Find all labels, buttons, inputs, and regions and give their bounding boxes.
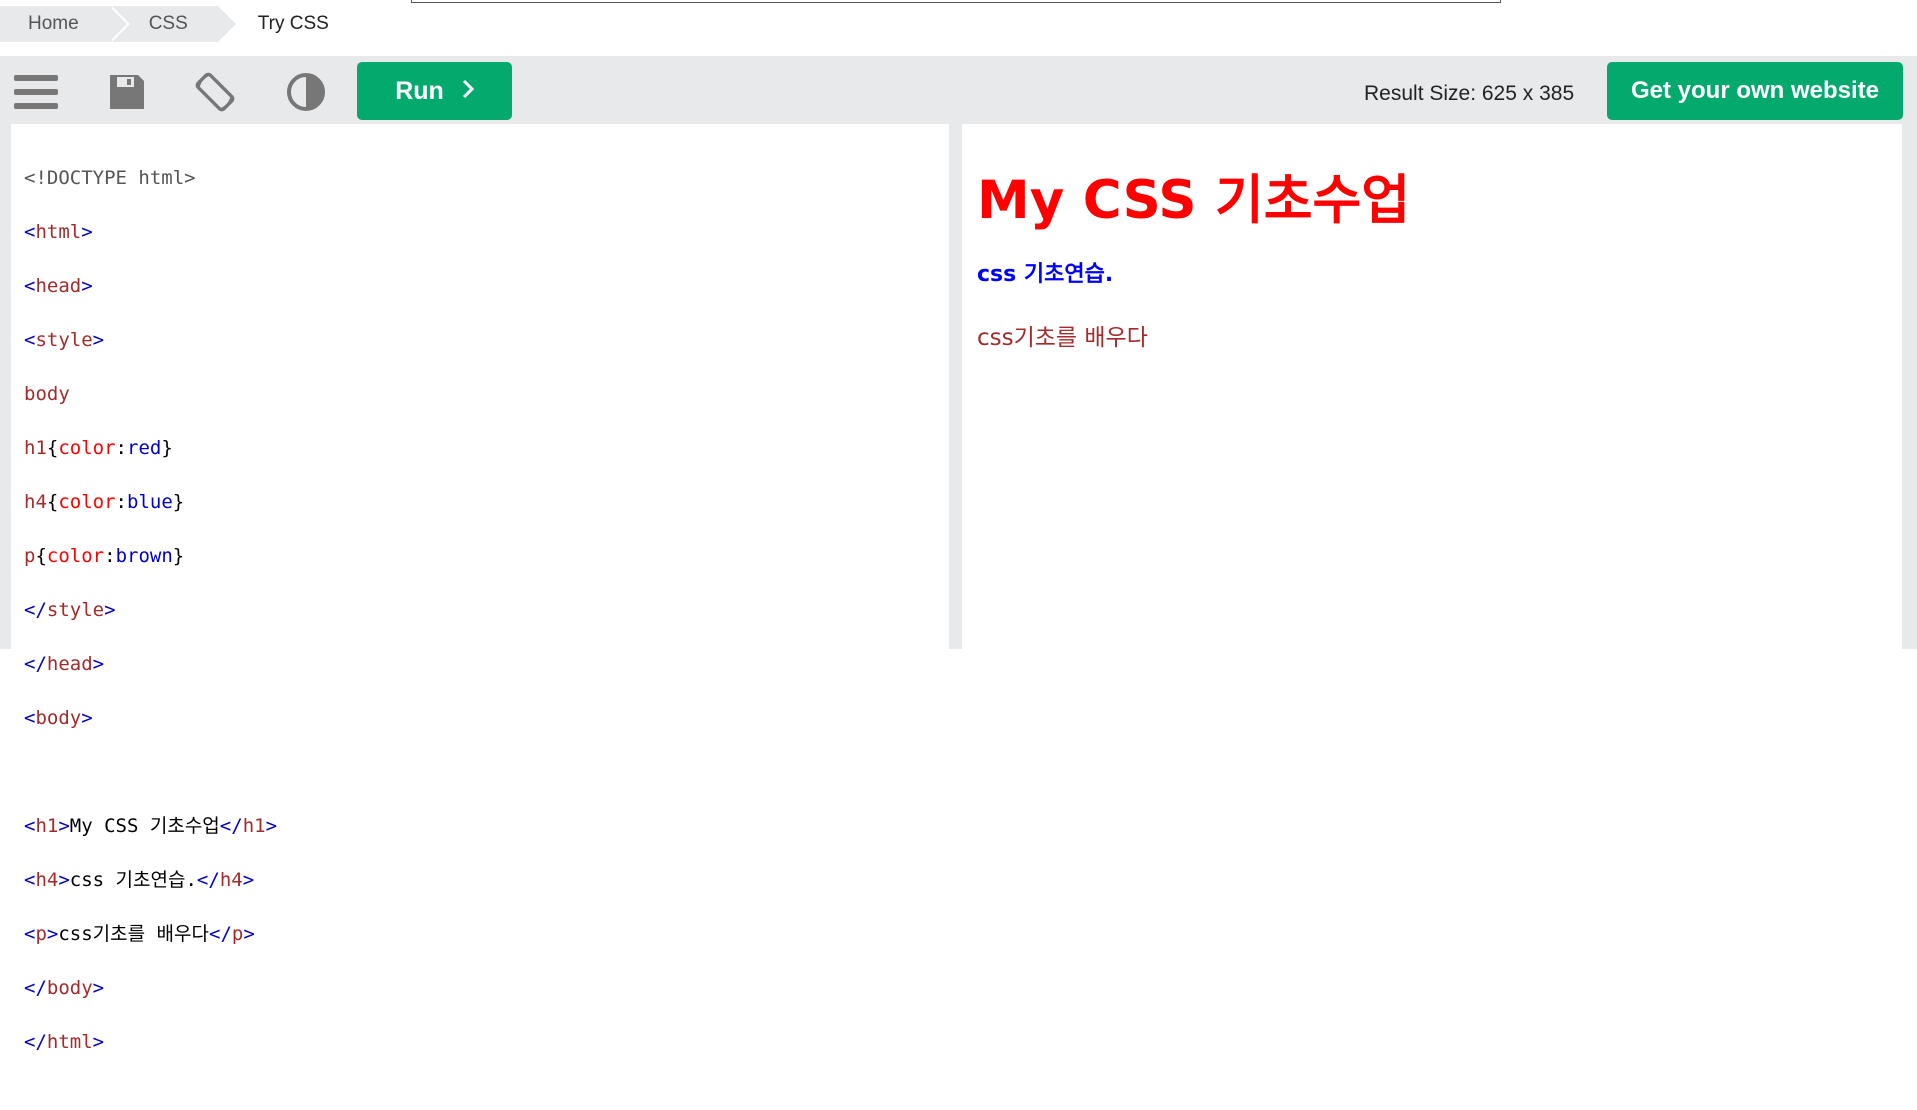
breadcrumb-current-label: Try CSS <box>257 13 329 34</box>
editor-gutter <box>0 124 11 649</box>
code-line: </body> <box>24 975 277 1002</box>
chevron-right-icon <box>462 77 474 106</box>
code-line: <head> <box>24 273 277 300</box>
code-blank <box>24 761 35 783</box>
breadcrumb-current: Try CSS <box>218 6 359 42</box>
code-doctype: <!DOCTYPE html> <box>24 167 196 189</box>
code-content[interactable]: <!DOCTYPE html> <html> <head> <style> bo… <box>24 138 277 1110</box>
run-button-label[interactable]: Run <box>395 77 444 106</box>
code-head-close: </head> <box>24 653 105 675</box>
code-head-open: <head> <box>24 275 93 297</box>
code-html-open: <html> <box>24 221 93 243</box>
code-line: body <box>24 381 277 408</box>
code-line: <body> <box>24 705 277 732</box>
menu-icon[interactable] <box>14 70 58 114</box>
breadcrumb-home-label[interactable]: Home <box>28 13 79 34</box>
get-own-website-label[interactable]: Get your own website <box>1631 77 1879 105</box>
code-p-line: <p>css기초를 배우다</p> <box>24 923 255 945</box>
result-heading-h1: My CSS 기초수업 <box>977 170 1411 231</box>
code-line: h4{color:blue} <box>24 489 277 516</box>
save-icon[interactable] <box>105 70 149 114</box>
code-line: </html> <box>24 1029 277 1056</box>
code-h4-line: <h4>css 기초연습.</h4> <box>24 869 255 891</box>
result-heading-h4: css 기초연습. <box>977 262 1114 287</box>
code-css-h1: h1{color:red} <box>24 437 173 459</box>
breadcrumb: Home CSS Try CSS <box>0 6 359 42</box>
code-line: <style> <box>24 327 277 354</box>
code-line: </head> <box>24 651 277 678</box>
code-line: <!DOCTYPE html> <box>24 165 277 192</box>
code-line: </style> <box>24 597 277 624</box>
breadcrumb-home[interactable]: Home <box>0 6 130 42</box>
code-h1-line: <h1>My CSS 기초수업</h1> <box>24 815 278 837</box>
toolbar: Run Result Size: 625 x 385 Get your own … <box>0 56 1917 124</box>
code-line: <html> <box>24 219 277 246</box>
code-body-close: </body> <box>24 977 105 999</box>
result-size-label: Result Size: 625 x 385 <box>1364 82 1575 105</box>
code-line: <h4>css 기초연습.</h4> <box>24 867 277 894</box>
rotate-icon[interactable] <box>193 70 237 114</box>
code-html-close: </html> <box>24 1031 105 1053</box>
code-css-p: p{color:brown} <box>24 545 185 567</box>
ad-frame <box>411 0 1501 3</box>
code-css-body: body <box>24 383 70 405</box>
result-panel: My CSS 기초수업 css 기초연습. css기초를 배우다 <box>965 124 1902 649</box>
get-own-website-button[interactable]: Get your own website <box>1607 62 1903 120</box>
code-line <box>24 759 277 786</box>
code-css-h4: h4{color:blue} <box>24 491 185 513</box>
code-style-open: <style> <box>24 329 105 351</box>
contrast-icon[interactable] <box>284 70 328 114</box>
code-editor[interactable]: <!DOCTYPE html> <html> <head> <style> bo… <box>11 124 962 1053</box>
top-strip: Home CSS Try CSS <box>0 0 1917 56</box>
code-body-open: <body> <box>24 707 93 729</box>
code-style-close: </style> <box>24 599 116 621</box>
code-line: <h1>My CSS 기초수업</h1> <box>24 813 277 840</box>
result-right-edge <box>1902 124 1917 649</box>
run-button[interactable]: Run <box>357 62 512 120</box>
code-line: p{color:brown} <box>24 543 277 570</box>
code-line: h1{color:red} <box>24 435 277 462</box>
result-paragraph: css기초를 배우다 <box>977 325 1148 351</box>
code-line: <p>css기초를 배우다</p> <box>24 921 277 948</box>
breadcrumb-css-label[interactable]: CSS <box>149 13 188 34</box>
